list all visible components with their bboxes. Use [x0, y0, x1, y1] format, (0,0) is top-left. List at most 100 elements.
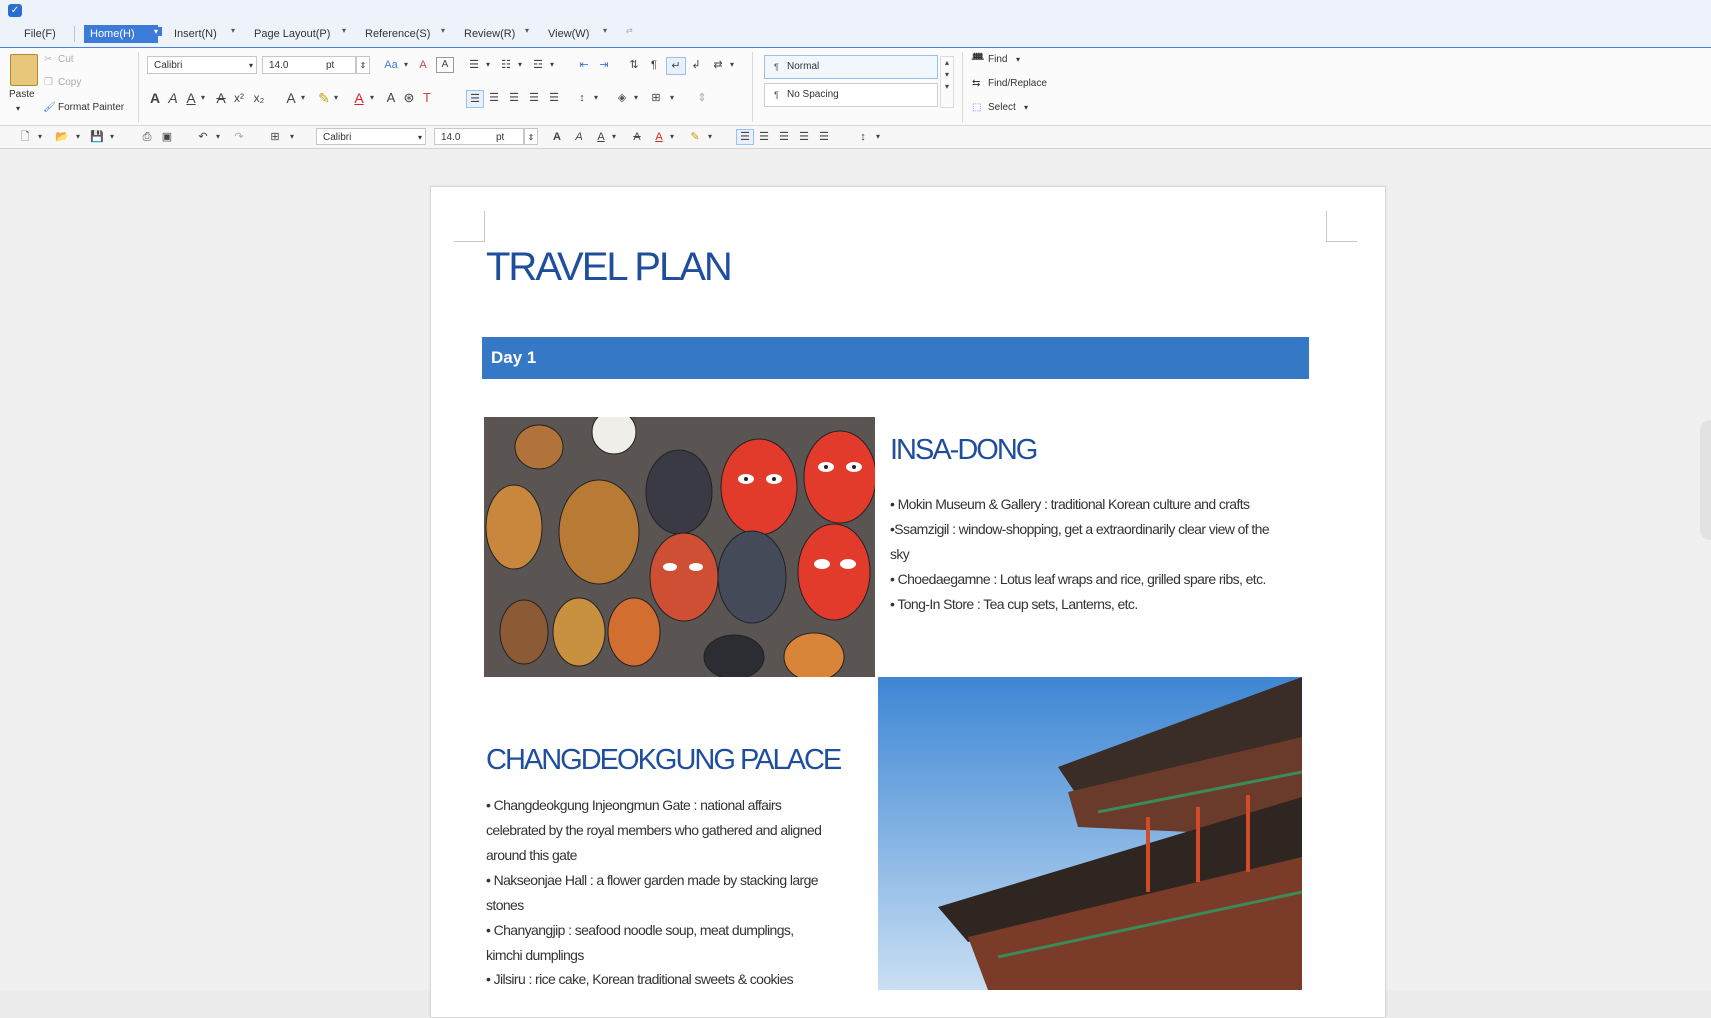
align-distributed-icon[interactable]: ☰	[546, 90, 562, 106]
select-button[interactable]: Select	[988, 101, 1016, 115]
copy-icon[interactable]: ❐	[44, 76, 53, 90]
app-logo-icon[interactable]: ✓	[8, 4, 22, 17]
subscript-icon[interactable]: x₂	[252, 90, 266, 106]
change-case-icon[interactable]: Aa	[382, 57, 400, 73]
qat-align-left-icon[interactable]: ☰	[736, 129, 754, 145]
align-justify-icon[interactable]: ☰	[526, 90, 542, 106]
palace-bullet[interactable]: • Nakseonjae Hall : a flower garden made…	[486, 868, 819, 893]
highlight-icon[interactable]: ✎	[317, 90, 331, 106]
decrease-indent-icon[interactable]: ⇤	[576, 57, 592, 73]
menu-reference-dropdown-icon[interactable]: ▾	[441, 26, 445, 35]
qat-line-spacing-dropdown-icon[interactable]: ▾	[874, 129, 882, 145]
menu-insert-dropdown-icon[interactable]: ▾	[231, 26, 235, 35]
menu-page-layout-dropdown-icon[interactable]: ▾	[342, 26, 346, 35]
palace-bullet[interactable]: kimchi dumplings	[486, 943, 584, 968]
paste-dropdown-icon[interactable]: ▾	[16, 102, 20, 116]
font-size-stepper[interactable]: ⇕	[356, 56, 370, 74]
day-label[interactable]: Day 1	[491, 348, 536, 368]
borders-icon[interactable]: ⊞	[648, 90, 664, 106]
menu-reference[interactable]: Reference(S)	[359, 25, 436, 43]
table-dropdown-icon[interactable]: ▾	[288, 129, 296, 145]
increase-indent-icon[interactable]: ⇥	[596, 57, 612, 73]
palace-photo[interactable]	[878, 677, 1302, 990]
font-color-dropdown-icon[interactable]: ▾	[368, 90, 376, 106]
section-title-insa-dong[interactable]: INSA-DONG	[890, 434, 1038, 467]
strikethrough-icon[interactable]: A	[214, 90, 228, 106]
menu-file[interactable]: File(F)	[18, 25, 62, 43]
font-size-input[interactable]: 14.0	[262, 56, 322, 74]
qat-underline-icon[interactable]: A	[594, 129, 608, 145]
bullet-list-icon[interactable]: ☰	[466, 57, 482, 73]
text-direction-dropdown-icon[interactable]: ▾	[728, 57, 736, 73]
print-icon[interactable]: ⎙	[140, 129, 154, 145]
multilevel-list-icon[interactable]: ☲	[530, 57, 546, 73]
character-shading-icon[interactable]: A	[384, 90, 398, 106]
underline-icon[interactable]: A	[184, 90, 198, 106]
qat-font-size-input[interactable]: 14.0	[434, 128, 492, 145]
day-header-bar[interactable]	[482, 337, 1309, 379]
styles-scroll-icon[interactable]: ▴ ▾ ▾	[940, 56, 954, 108]
change-case-dropdown-icon[interactable]: ▾	[402, 57, 410, 73]
multilevel-list-dropdown-icon[interactable]: ▾	[548, 57, 556, 73]
redo-icon[interactable]: ↷	[232, 129, 246, 145]
palace-bullet[interactable]: around this gate	[486, 843, 577, 868]
italic-icon[interactable]: A	[166, 90, 180, 106]
find-button[interactable]: Find	[988, 53, 1007, 67]
asian-layout-icon[interactable]: ⇕	[694, 90, 710, 106]
borders-dropdown-icon[interactable]: ▾	[668, 90, 676, 106]
masks-photo[interactable]	[484, 417, 875, 677]
sort-icon[interactable]: ⇅	[626, 57, 642, 73]
select-icon[interactable]: ⬚	[972, 101, 981, 115]
insa-bullet[interactable]: • Tong-In Store : Tea cup sets, Lanterns…	[890, 592, 1138, 617]
menu-home[interactable]: Home(H)	[84, 25, 158, 43]
menu-page-layout[interactable]: Page Layout(P)	[248, 25, 336, 43]
save-dropdown-icon[interactable]: ▾	[108, 129, 116, 145]
insa-bullet[interactable]: •Ssamzigil : window-shopping, get a extr…	[890, 517, 1270, 542]
text-effect-icon[interactable]: A	[284, 90, 298, 106]
menu-view[interactable]: View(W)	[542, 25, 595, 43]
underline-dropdown-icon[interactable]: ▾	[199, 90, 207, 106]
open-folder-icon[interactable]: 📂	[54, 129, 70, 145]
paste-button[interactable]: Paste	[9, 88, 35, 102]
new-document-icon[interactable]: 🗋	[18, 129, 32, 145]
menu-review[interactable]: Review(R)	[458, 25, 521, 43]
numbered-list-dropdown-icon[interactable]: ▾	[516, 57, 524, 73]
palace-bullet[interactable]: • Chanyangjip : seafood noodle soup, mea…	[486, 918, 794, 943]
cut-icon[interactable]: ✂	[44, 53, 52, 67]
find-replace-icon[interactable]: ⇆	[972, 77, 980, 91]
find-icon[interactable]: ᚙ	[972, 53, 984, 67]
menu-view-dropdown-icon[interactable]: ▾	[603, 26, 607, 35]
select-dropdown-icon[interactable]: ▾	[1024, 101, 1028, 115]
line-break-icon[interactable]: ↲	[688, 57, 704, 73]
qat-underline-dropdown-icon[interactable]: ▾	[610, 129, 618, 145]
cut-button[interactable]: Cut	[58, 53, 74, 67]
style-no-spacing[interactable]: ¶ No Spacing	[764, 83, 938, 107]
undo-dropdown-icon[interactable]: ▾	[214, 129, 222, 145]
insa-bullet[interactable]: sky	[890, 542, 910, 567]
document-title[interactable]: TRAVEL PLAN	[486, 245, 733, 290]
align-center-icon[interactable]: ☰	[486, 90, 502, 106]
palace-bullet[interactable]: • Changdeokgung Injeongmun Gate : nation…	[486, 793, 782, 818]
qat-highlight-dropdown-icon[interactable]: ▾	[706, 129, 714, 145]
palace-bullet[interactable]: • Jilsiru : rice cake, Korean traditiona…	[486, 967, 794, 992]
show-marks-icon[interactable]: ¶	[646, 57, 662, 73]
open-dropdown-icon[interactable]: ▾	[74, 129, 82, 145]
font-name-select[interactable]: Calibri ▾	[147, 56, 257, 74]
qat-align-center-icon[interactable]: ☰	[756, 129, 772, 145]
font-unit-select[interactable]: pt	[320, 56, 356, 74]
qat-align-distributed-icon[interactable]: ☰	[816, 129, 832, 145]
bullet-list-dropdown-icon[interactable]: ▾	[484, 57, 492, 73]
text-effect-dropdown-icon[interactable]: ▾	[299, 90, 307, 106]
paragraph-settings-icon[interactable]: ↵	[666, 57, 686, 75]
undo-icon[interactable]: ↶	[196, 129, 210, 145]
align-right-icon[interactable]: ☰	[506, 90, 522, 106]
font-color-icon[interactable]: A	[352, 90, 366, 106]
text-direction-icon[interactable]: ⇄	[710, 57, 726, 73]
section-title-changdeokgung[interactable]: CHANGDEOKGUNG PALACE	[486, 744, 842, 777]
qat-align-justify-icon[interactable]: ☰	[796, 129, 812, 145]
clear-formatting-icon[interactable]: T	[420, 90, 434, 106]
palace-bullet[interactable]: stones	[486, 893, 524, 918]
qat-font-color-dropdown-icon[interactable]: ▾	[668, 129, 676, 145]
shading-dropdown-icon[interactable]: ▾	[632, 90, 640, 106]
insa-bullet[interactable]: • Mokin Museum & Gallery : traditional K…	[890, 492, 1250, 517]
